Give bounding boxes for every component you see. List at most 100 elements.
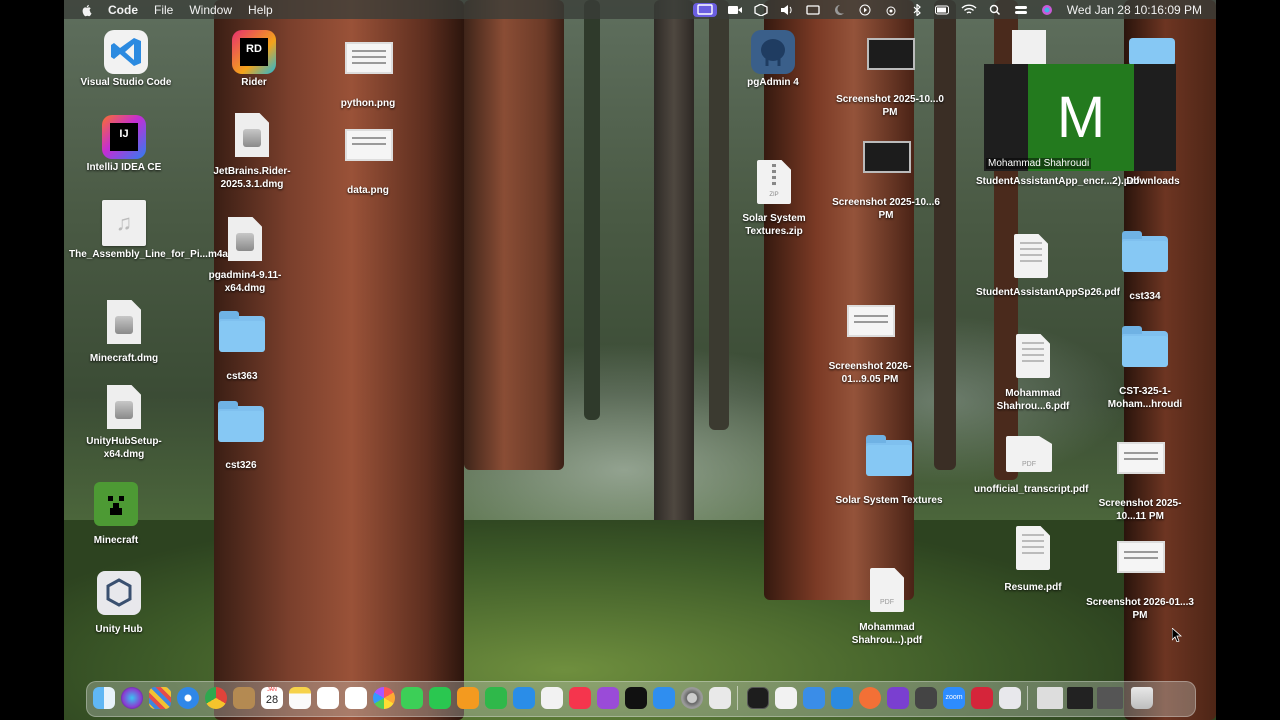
calendar-icon[interactable]: JAN 28 <box>261 687 283 709</box>
desktop-icon-screenshot[interactable]: Screenshot 2025-10...0 PM <box>835 30 945 119</box>
folder-icon <box>219 311 265 362</box>
tv-icon[interactable] <box>625 687 647 709</box>
desktop-icon-unityhubsetup-dmg[interactable]: UnityHubSetup-x64.dmg <box>69 385 179 461</box>
menu-help[interactable]: Help <box>248 3 273 17</box>
menu-bar-clock[interactable]: Wed Jan 28 10:16:09 PM <box>1067 3 1202 17</box>
volume-icon[interactable] <box>779 4 795 16</box>
notes-folder-icon[interactable] <box>233 687 255 709</box>
messages-icon[interactable] <box>401 687 423 709</box>
desktop-icon-label: StudentAssistantApp_encr...2).pdf <box>976 176 1140 187</box>
desktop-icon-screenshot[interactable]: Screenshot 2025-10...6 PM <box>831 133 941 222</box>
launchpad-icon[interactable] <box>149 687 171 709</box>
photos-icon[interactable] <box>373 687 395 709</box>
video-camera-icon[interactable] <box>727 4 743 16</box>
control-center-icon[interactable] <box>1013 4 1029 16</box>
participant-name: Mohammad Shahroudi <box>986 158 1092 169</box>
menu-file[interactable]: File <box>154 3 173 17</box>
terminal-icon[interactable] <box>747 687 769 709</box>
folder-icon[interactable] <box>1129 38 1175 66</box>
recent-window-3[interactable] <box>1097 687 1123 709</box>
desktop-icon-screenshot[interactable]: Screenshot 2025-10...11 PM <box>1085 434 1195 523</box>
desktop-icon-cst363[interactable]: cst363 <box>187 310 297 384</box>
desktop-icon-pdf[interactable]: PDF unofficial_transcript.pdf <box>974 436 1088 497</box>
finder-icon[interactable] <box>93 687 115 709</box>
zoom-video-overlay[interactable]: M Mohammad Shahroudi <box>984 64 1176 171</box>
desktop-icon-rider[interactable]: RD Rider <box>199 30 309 90</box>
dock-divider <box>737 686 738 710</box>
desktop-icon-screenshot[interactable]: Screenshot 2026-01...9.05 PM <box>815 297 925 386</box>
zip-file-icon: ZIP <box>757 160 791 204</box>
zoom-record-icon[interactable] <box>971 687 993 709</box>
desktop-icon-pdf[interactable]: PDF Mohammad Shahrou...).pdf <box>832 568 942 647</box>
battery-icon[interactable] <box>934 4 951 16</box>
desktop-icon-unity-hub[interactable]: Unity Hub <box>64 571 174 637</box>
siri-icon[interactable] <box>121 687 143 709</box>
desktop-icon-rider-dmg[interactable]: JetBrains.Rider-2025.3.1.dmg <box>197 113 307 191</box>
window-switcher-icon[interactable] <box>805 4 821 16</box>
github-desktop-icon[interactable] <box>887 687 909 709</box>
menu-app-name[interactable]: Code <box>108 3 138 17</box>
facetime-icon[interactable] <box>429 687 451 709</box>
spotlight-search-icon[interactable] <box>987 4 1003 16</box>
desktop-icon-cst325-folder[interactable]: CST-325-1-Moham...hroudi <box>1090 325 1200 411</box>
desktop-icon-solar-zip[interactable]: ZIP Solar System Textures.zip <box>719 160 829 238</box>
wifi-icon[interactable] <box>961 3 977 16</box>
numbers-icon[interactable] <box>485 687 507 709</box>
reminders-icon[interactable] <box>345 687 367 709</box>
desktop-icon-label: Screenshot 2025-10...0 PM <box>836 94 944 118</box>
unity-hub-icon[interactable] <box>999 687 1021 709</box>
zoom-icon[interactable]: zoom <box>943 687 965 709</box>
desktop-icon-label: Minecraft <box>93 535 139 546</box>
play-icon[interactable] <box>857 4 873 16</box>
menu-window[interactable]: Window <box>189 3 232 17</box>
notes-icon[interactable] <box>289 687 311 709</box>
trash-icon[interactable] <box>1131 687 1153 709</box>
document-icon[interactable] <box>1012 30 1046 66</box>
airdrop-icon[interactable] <box>883 4 899 16</box>
app-store-icon[interactable] <box>653 687 675 709</box>
desktop-icon-visual-studio-code[interactable]: Visual Studio Code <box>71 30 181 90</box>
preview-icon[interactable] <box>709 687 731 709</box>
desktop-icon-python-png[interactable]: python.png <box>313 34 423 111</box>
screen-share-icon[interactable] <box>692 2 717 17</box>
postman-icon[interactable] <box>859 687 881 709</box>
desktop-icon-solar-system-textures[interactable]: Solar System Textures <box>834 434 944 508</box>
pages-icon[interactable] <box>457 687 479 709</box>
desktop-icon-screenshot[interactable]: Screenshot 2026-01...3 PM <box>1085 533 1195 622</box>
desktop-icon-label: cst363 <box>226 371 258 382</box>
siri-icon[interactable] <box>1039 4 1055 16</box>
desktop-icon-document[interactable]: StudentAssistantAppSp26.pdf <box>976 234 1120 300</box>
system-settings-icon[interactable] <box>681 687 703 709</box>
podcasts-icon[interactable] <box>597 687 619 709</box>
bluetooth-icon[interactable] <box>909 2 925 17</box>
desktop-icon-label: Screenshot 2025-10...6 PM <box>832 197 940 221</box>
freeform-icon[interactable] <box>317 687 339 709</box>
desktop-icon-label: Mohammad Shahrou...).pdf <box>851 622 923 646</box>
desktop-icon-intellij[interactable]: IJ IntelliJ IDEA CE <box>69 115 179 175</box>
apple-menu-icon[interactable] <box>80 3 94 17</box>
chrome-icon[interactable] <box>205 687 227 709</box>
desktop-icon-cst326[interactable]: cst326 <box>186 400 296 473</box>
music-icon[interactable] <box>569 687 591 709</box>
desktop-icon-audio-file[interactable]: ♫ The_Assembly_Line_for_Pi...m4a <box>69 200 228 262</box>
recent-window-2[interactable] <box>1067 687 1093 709</box>
desktop-icon-pgadmin-dmg[interactable]: pgadmin4-9.11-x64.dmg <box>190 217 300 295</box>
news-icon[interactable] <box>541 687 563 709</box>
participant-avatar-tile: M <box>1028 64 1134 171</box>
recent-window-1[interactable] <box>1037 687 1063 709</box>
desktop-icon-resume[interactable]: Resume.pdf <box>978 526 1088 595</box>
desktop-icon-document[interactable]: Mohammad Shahrou...6.pdf <box>978 334 1088 413</box>
moon-icon[interactable] <box>831 4 847 16</box>
desktop-icon-data-png[interactable]: data.png <box>313 121 423 198</box>
desktop-icon-minecraft[interactable]: Minecraft <box>64 482 171 548</box>
keynote-icon[interactable] <box>513 687 535 709</box>
desktop-icon-cst334[interactable]: cst334 <box>1090 230 1200 304</box>
unity-icon[interactable] <box>915 687 937 709</box>
vscode-icon[interactable] <box>831 687 853 709</box>
unity-status-icon[interactable] <box>753 2 769 17</box>
mail-icon[interactable] <box>803 687 825 709</box>
slack-icon[interactable] <box>775 687 797 709</box>
safari-icon[interactable] <box>177 687 199 709</box>
desktop-icon-minecraft-dmg[interactable]: Minecraft.dmg <box>69 300 179 366</box>
desktop-icon-pgadmin[interactable]: pgAdmin 4 <box>718 30 828 90</box>
